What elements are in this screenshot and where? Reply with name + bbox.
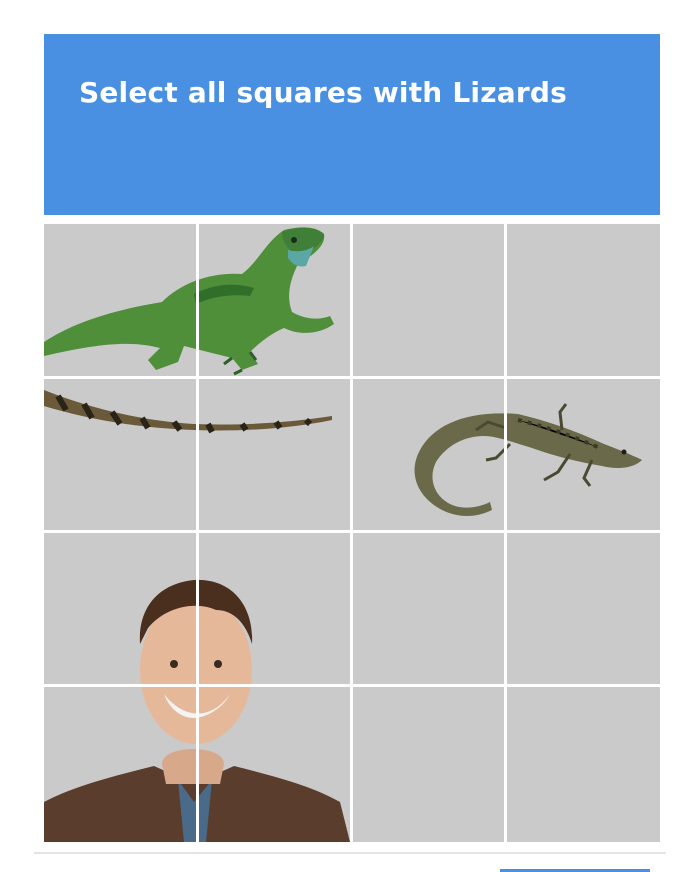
grid-divider [44, 376, 660, 379]
captcha-tile-r4c1[interactable] [44, 686, 198, 840]
captcha-tile-r4c3[interactable] [352, 686, 506, 840]
captcha-tile-r2c4[interactable] [506, 378, 660, 532]
captcha-tile-r3c3[interactable] [352, 532, 506, 686]
grid-divider [44, 684, 660, 687]
captcha-tile-r2c2[interactable] [198, 378, 352, 532]
captcha-tile-r3c2[interactable] [198, 532, 352, 686]
grid-divider [350, 224, 353, 842]
grid-divider [504, 224, 507, 842]
captcha-tile-r2c3[interactable] [352, 378, 506, 532]
captcha-prompt: Select all squares with Lizards [79, 76, 567, 109]
captcha-tile-r1c4[interactable] [506, 224, 660, 378]
captcha-tile-r1c2[interactable] [198, 224, 352, 378]
grid-divider [196, 224, 199, 842]
captcha-header: Select all squares with Lizards [44, 34, 660, 215]
captcha-tile-r3c1[interactable] [44, 532, 198, 686]
captcha-tile-r1c3[interactable] [352, 224, 506, 378]
grid-divider [44, 530, 660, 533]
captcha-tile-r1c1[interactable] [44, 224, 198, 378]
captcha-image-grid [44, 224, 660, 842]
captcha-tile-r4c2[interactable] [198, 686, 352, 840]
captcha-tile-r4c4[interactable] [506, 686, 660, 840]
captcha-tile-r3c4[interactable] [506, 532, 660, 686]
footer-divider [34, 852, 666, 854]
captcha-tile-r2c1[interactable] [44, 378, 198, 532]
